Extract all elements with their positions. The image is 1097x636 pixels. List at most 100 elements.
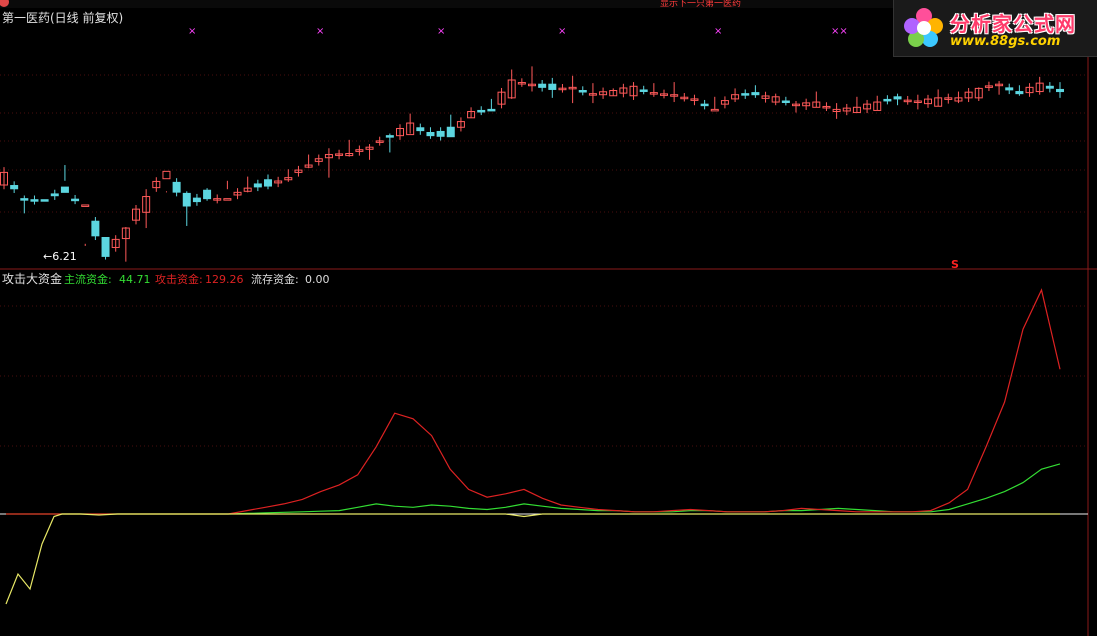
candle[interactable] xyxy=(294,165,303,177)
candle[interactable] xyxy=(690,94,699,106)
candle[interactable] xyxy=(548,77,557,98)
candle[interactable] xyxy=(335,149,344,160)
candle[interactable] xyxy=(172,178,181,197)
candle[interactable] xyxy=(964,87,973,103)
candle[interactable] xyxy=(264,174,272,190)
candle[interactable] xyxy=(883,95,892,105)
candle[interactable] xyxy=(619,83,628,98)
candle[interactable] xyxy=(1015,85,1024,96)
candle[interactable] xyxy=(111,235,120,252)
top-menu-text[interactable]: 显示下一只第一医药 xyxy=(660,0,741,9)
candle[interactable] xyxy=(71,194,80,205)
candle[interactable] xyxy=(284,169,293,182)
candle[interactable] xyxy=(233,188,242,200)
candle[interactable] xyxy=(639,85,648,95)
candle[interactable] xyxy=(436,127,445,141)
candle[interactable] xyxy=(893,93,902,106)
candle[interactable] xyxy=(680,93,689,102)
candle[interactable] xyxy=(314,154,323,166)
candle[interactable] xyxy=(487,98,496,112)
candle[interactable] xyxy=(1025,83,1034,97)
candle[interactable] xyxy=(213,194,222,204)
candle[interactable] xyxy=(0,167,8,190)
candle[interactable] xyxy=(365,144,374,160)
candle[interactable] xyxy=(324,148,333,178)
candle[interactable] xyxy=(974,87,983,101)
candle[interactable] xyxy=(81,204,90,246)
candle[interactable] xyxy=(192,193,201,206)
candle[interactable] xyxy=(30,195,39,205)
candle[interactable] xyxy=(517,78,526,87)
candle[interactable] xyxy=(649,83,658,97)
indicator-line-1[interactable] xyxy=(6,288,1061,515)
candle[interactable] xyxy=(812,91,821,108)
candle[interactable] xyxy=(731,88,740,103)
candle[interactable] xyxy=(416,123,425,135)
candle[interactable] xyxy=(568,75,577,104)
candle[interactable] xyxy=(203,188,212,201)
candle[interactable] xyxy=(10,181,19,193)
candle[interactable] xyxy=(771,93,780,106)
candle[interactable] xyxy=(274,176,283,188)
candle[interactable] xyxy=(802,98,811,110)
indicator-series[interactable] xyxy=(5,288,1061,605)
candle[interactable] xyxy=(1005,83,1014,95)
indicator-line-0[interactable] xyxy=(6,463,1061,515)
candle[interactable] xyxy=(903,95,912,105)
candle[interactable] xyxy=(751,85,760,98)
candle[interactable] xyxy=(385,133,394,153)
candle[interactable] xyxy=(152,177,161,192)
candle[interactable] xyxy=(132,204,140,225)
candle[interactable] xyxy=(578,86,587,96)
candle[interactable] xyxy=(873,95,882,111)
indicator-line-2[interactable] xyxy=(5,513,1060,605)
candle[interactable] xyxy=(792,101,800,113)
candle[interactable] xyxy=(781,96,790,106)
candle[interactable] xyxy=(588,83,597,104)
candle[interactable] xyxy=(91,217,100,241)
candle[interactable] xyxy=(243,176,252,193)
candle[interactable] xyxy=(1056,82,1064,98)
candle[interactable] xyxy=(497,87,506,109)
candle[interactable] xyxy=(700,99,709,110)
candle[interactable] xyxy=(121,227,130,262)
candle-series[interactable] xyxy=(0,66,1064,262)
candle[interactable] xyxy=(1045,82,1054,93)
candle[interactable] xyxy=(142,189,151,229)
candle[interactable] xyxy=(863,99,872,114)
candle[interactable] xyxy=(995,81,1004,95)
candle[interactable] xyxy=(924,94,932,108)
candle[interactable] xyxy=(528,66,536,92)
candle[interactable] xyxy=(629,82,638,100)
candle[interactable] xyxy=(304,154,313,169)
candle[interactable] xyxy=(913,94,922,110)
candle[interactable] xyxy=(944,93,953,104)
candle[interactable] xyxy=(396,124,404,140)
candle[interactable] xyxy=(1035,76,1044,95)
candle[interactable] xyxy=(710,96,719,112)
candle[interactable] xyxy=(670,82,679,103)
candle[interactable] xyxy=(507,69,516,99)
candle[interactable] xyxy=(345,139,354,157)
candle[interactable] xyxy=(477,106,486,116)
candle[interactable] xyxy=(609,88,618,97)
candle[interactable] xyxy=(101,237,110,260)
candle[interactable] xyxy=(20,195,29,214)
candle[interactable] xyxy=(660,89,668,99)
candle[interactable] xyxy=(182,191,191,226)
candle[interactable] xyxy=(984,81,993,92)
candle[interactable] xyxy=(934,89,943,107)
candle[interactable] xyxy=(446,114,455,138)
candle[interactable] xyxy=(456,117,465,132)
candle[interactable] xyxy=(761,91,770,103)
candle[interactable] xyxy=(223,180,232,201)
candle[interactable] xyxy=(720,96,729,109)
candle[interactable] xyxy=(253,179,262,192)
candle[interactable] xyxy=(40,189,49,202)
candle[interactable] xyxy=(954,91,963,104)
candle[interactable] xyxy=(832,103,841,119)
candle[interactable] xyxy=(558,83,567,93)
candle[interactable] xyxy=(355,145,364,156)
site-logo[interactable]: 分析家公式网 www.88gs.com xyxy=(893,0,1097,57)
candle[interactable] xyxy=(599,87,608,99)
